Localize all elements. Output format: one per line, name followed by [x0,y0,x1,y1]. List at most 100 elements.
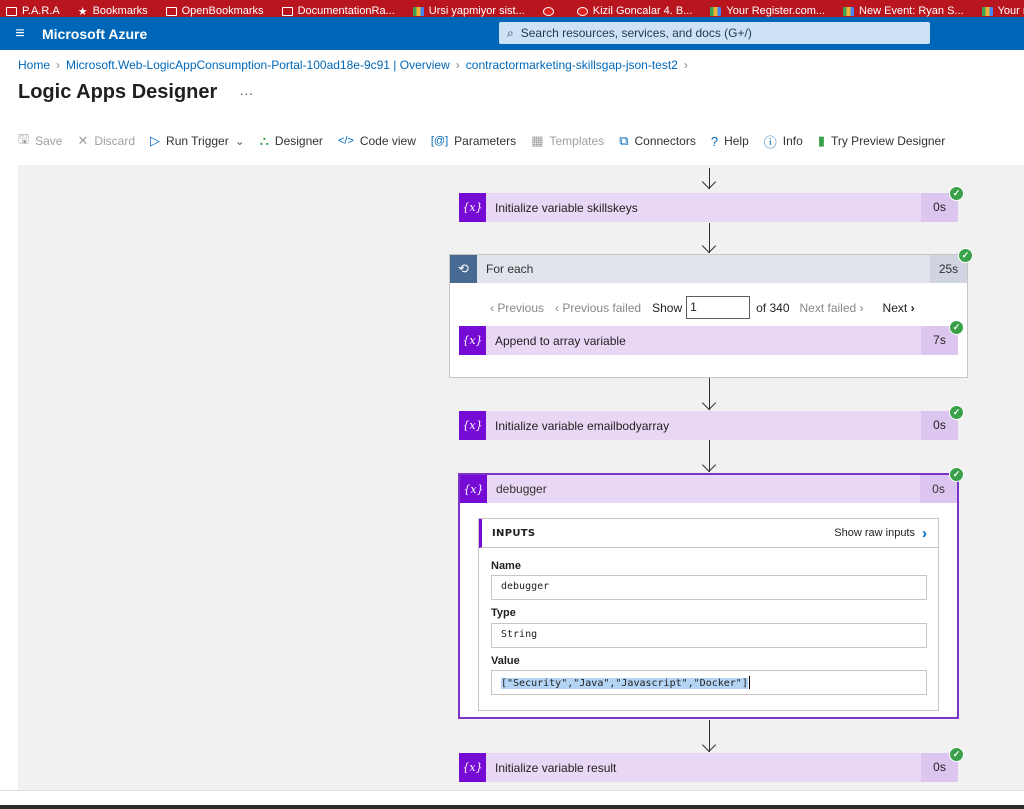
show-raw-inputs-button[interactable]: Show raw inputs › [834,525,927,542]
save-button[interactable]: 🖫 Save [18,130,62,152]
bookmark-openbookmarks[interactable]: OpenBookmarks [165,5,264,17]
star-icon: ★ [77,5,88,18]
for-each-header[interactable]: ⟲ For each 25s [450,255,967,283]
of-total-label: of 340 [756,300,790,315]
bookmarks-bar: P.A.R.A ★ Bookmarks OpenBookmarks Documen… [0,0,1024,17]
step-debugger[interactable]: {x} debugger 0s INPUTS Show raw inputs › … [458,473,959,719]
page-title-row: Logic Apps Designer ··· [18,81,253,104]
breadcrumb-overview[interactable]: Microsoft.Web-LogicAppConsumption-Portal… [66,58,450,72]
variable-icon: {x} [459,193,486,222]
inputs-label: INPUTS [492,527,536,539]
step-title: debugger [496,482,547,496]
loop-icon: ⟲ [450,255,477,283]
type-field[interactable]: String [491,623,927,648]
breadcrumb-logic-app[interactable]: contractormarketing-skillsgap-json-test2 [466,58,678,72]
hamburger-menu-icon[interactable]: ≡ [0,25,40,43]
type-label: Type [491,607,516,619]
try-preview-button[interactable]: ▮ Try Preview Designer [818,133,945,149]
bookmark-documentation[interactable]: DocumentationRa... [281,5,395,17]
azure-top-bar: ≡ Microsoft Azure ⌕ Search resources, se… [0,17,1024,50]
folder-icon [281,6,293,16]
templates-button[interactable]: ▦ Templates [531,133,604,149]
iteration-pager: ‹ Previous ‹ Previous failed Show 1 of 3… [490,296,915,319]
app-icon [981,6,993,16]
chevron-right-icon: › [455,58,460,72]
parameters-icon: [@] [430,135,449,147]
bookmark-ursi[interactable]: Ursi yapmiyor sist... [412,5,525,17]
bookmark-renewal[interactable]: Your renewal ac [981,5,1024,17]
app-icon [710,6,722,16]
iteration-input[interactable]: 1 [686,296,751,319]
designer-button[interactable]: ⛬ Designer [260,133,323,149]
name-label: Name [491,560,521,572]
debugger-header[interactable]: {x} debugger 0s [460,475,957,503]
variable-icon: {x} [459,411,486,440]
success-check-icon: ✓ [949,320,964,335]
chevron-right-icon: › [683,58,688,72]
window-bottom-edge [0,790,1024,809]
bookmark-red[interactable] [542,5,559,17]
success-check-icon: ✓ [958,248,973,263]
bookmark-kizil[interactable]: Kizil Goncalar 4. B... [576,5,692,17]
step-title: Initialize variable emailbodyarray [495,418,670,433]
red-circle-icon [542,6,554,16]
previous-button[interactable]: ‹ Previous [490,301,544,315]
page-title: Logic Apps Designer [18,81,218,103]
step-init-skillskeys[interactable]: {x} Initialize variable skillskeys 0s [459,193,958,222]
bookmark-bookmarks[interactable]: ★ Bookmarks [78,5,148,17]
brand-title[interactable]: Microsoft Azure [42,26,147,42]
code-icon: </> [337,135,354,147]
play-icon: ▷ [150,133,161,148]
app-icon [412,6,424,16]
name-field[interactable]: debugger [491,575,927,600]
step-title: For each [486,262,534,276]
step-append-to-array[interactable]: {x} Append to array variable 7s [459,326,958,355]
next-failed-button[interactable]: Next failed › [800,301,864,315]
bookmark-icon: ▮ [817,133,825,148]
success-check-icon: ✓ [949,186,964,201]
step-title: Append to array variable [495,333,626,348]
variable-icon: {x} [459,753,486,782]
code-view-button[interactable]: </> Code view [338,134,416,148]
step-init-result[interactable]: {x} Initialize variable result 0s [459,753,958,782]
app-icon [843,6,855,16]
step-title: Initialize variable result [495,760,617,775]
info-icon: ⓘ [763,134,777,150]
show-label: Show [652,300,683,315]
search-placeholder: Search resources, services, and docs (G+… [520,26,752,40]
success-check-icon: ✓ [949,747,964,762]
connectors-icon: ⧉ [619,133,629,148]
success-check-icon: ✓ [949,467,964,482]
value-field[interactable]: ["Security","Java","Javascript","Docker"… [491,670,927,695]
previous-failed-button[interactable]: ‹ Previous failed [555,301,641,315]
inputs-panel: INPUTS Show raw inputs › Name debugger Ty… [478,518,939,711]
breadcrumb-home[interactable]: Home [18,58,50,72]
next-button[interactable]: Next › [883,301,915,315]
help-button[interactable]: ? Help [711,134,749,149]
step-for-each[interactable]: ⟲ For each 25s ‹ Previous ‹ Previous fai… [449,254,968,378]
more-options-icon[interactable]: ··· [239,85,253,101]
connectors-button[interactable]: ⧉ Connectors [619,133,696,149]
hierarchy-icon: ⛬ [259,133,269,148]
close-icon: ✕ [77,133,89,148]
bookmark-register[interactable]: Your Register.com... [710,5,825,17]
red-circle-icon [576,6,588,16]
variable-icon: {x} [460,475,487,503]
discard-button[interactable]: ✕ Discard [77,133,135,149]
success-check-icon: ✓ [949,405,964,420]
help-icon: ? [710,133,719,149]
variable-icon: {x} [459,326,486,355]
inputs-header: INPUTS Show raw inputs › [479,519,938,548]
step-init-emailbodyarray[interactable]: {x} Initialize variable emailbodyarray 0… [459,411,958,440]
bookmark-para[interactable]: P.A.R.A [6,5,60,17]
parameters-button[interactable]: [@] Parameters [431,134,516,148]
value-label: Value [491,655,520,667]
search-input[interactable]: ⌕ Search resources, services, and docs (… [499,22,930,44]
designer-toolbar: 🖫 Save ✕ Discard ▷ Run Trigger ⌄ ⛬ Designer <… [18,130,960,152]
run-trigger-button[interactable]: ▷ Run Trigger ⌄ [150,133,245,149]
info-button[interactable]: ⓘ Info [764,132,803,151]
templates-icon: ▦ [531,133,544,148]
chevron-right-icon: › [922,524,927,542]
folder-icon [6,6,17,16]
bookmark-new-event[interactable]: New Event: Ryan S... [843,5,964,17]
